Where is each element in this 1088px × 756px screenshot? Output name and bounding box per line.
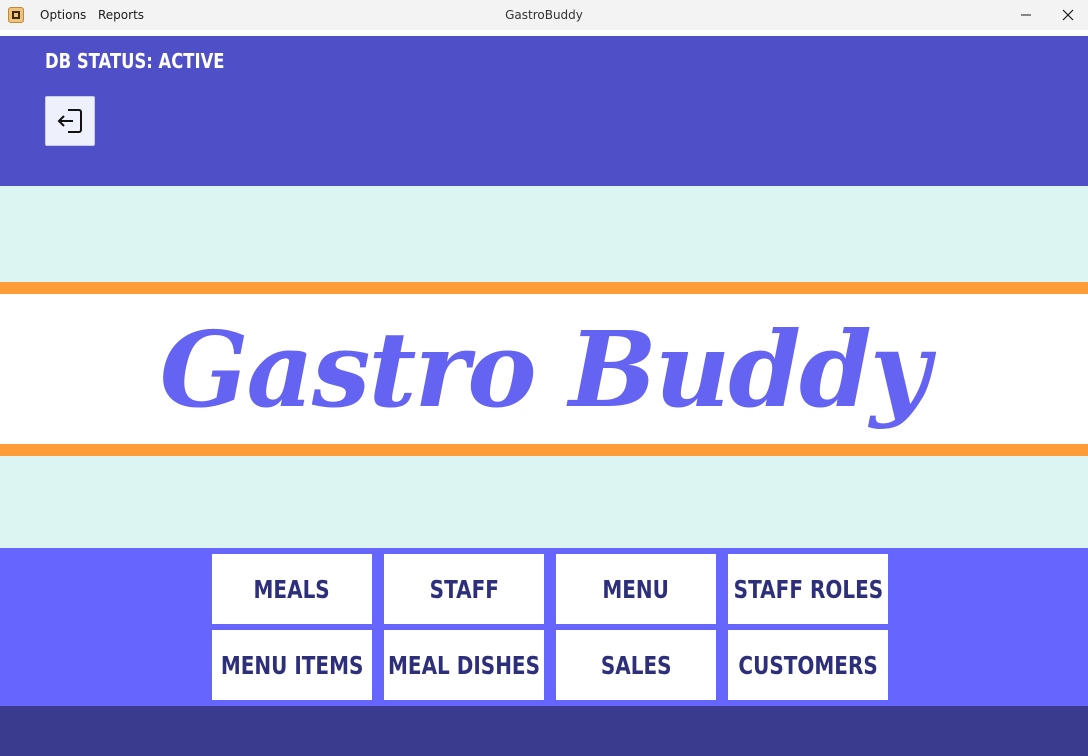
orange-stripe-bottom	[0, 444, 1088, 456]
window-title: GastroBuddy	[505, 8, 583, 22]
app-logo: Gastro Buddy	[159, 307, 931, 431]
meals-button[interactable]: MEALS	[212, 554, 372, 624]
menu-button-label: MENU	[602, 574, 670, 604]
customers-button[interactable]: CUSTOMERS	[728, 630, 888, 700]
app-icon	[8, 7, 24, 23]
sales-button[interactable]: SALES	[556, 630, 716, 700]
menu-options[interactable]: Options	[40, 8, 86, 22]
staff-button-label: STAFF	[429, 574, 499, 604]
db-status-label: DB STATUS: ACTIVE	[45, 49, 225, 73]
minimize-icon	[1021, 14, 1031, 16]
footer-band	[0, 706, 1088, 756]
logout-button[interactable]	[45, 96, 95, 146]
orange-stripe-top	[0, 282, 1088, 294]
staff-button[interactable]: STAFF	[384, 554, 544, 624]
menu-reports[interactable]: Reports	[98, 8, 144, 22]
header-band: DB STATUS: ACTIVE	[0, 36, 1088, 186]
close-icon	[1062, 9, 1074, 21]
mint-band-bottom	[0, 456, 1088, 548]
menu-button[interactable]: MENU	[556, 554, 716, 624]
mint-band-top	[0, 186, 1088, 282]
menu-items-button[interactable]: MENU ITEMS	[212, 630, 372, 700]
menu-items-button-label: MENU ITEMS	[220, 650, 364, 680]
staff-roles-button-label: STAFF ROLES	[733, 574, 883, 604]
close-button[interactable]	[1046, 0, 1088, 30]
meals-button-label: MEALS	[253, 574, 331, 604]
logout-icon	[57, 109, 82, 133]
title-bar: Options Reports GastroBuddy	[0, 0, 1088, 30]
staff-roles-button[interactable]: STAFF ROLES	[728, 554, 888, 624]
customers-button-label: CUSTOMERS	[738, 650, 878, 680]
logo-band: Gastro Buddy	[0, 294, 1088, 444]
meal-dishes-button[interactable]: MEAL DISHES	[384, 630, 544, 700]
meal-dishes-button-label: MEAL DISHES	[388, 650, 541, 680]
sales-button-label: SALES	[600, 650, 672, 680]
nav-button-panel: MEALS STAFF MENU STAFF ROLES MENU ITEMS …	[0, 548, 1088, 706]
minimize-button[interactable]	[1004, 0, 1048, 30]
